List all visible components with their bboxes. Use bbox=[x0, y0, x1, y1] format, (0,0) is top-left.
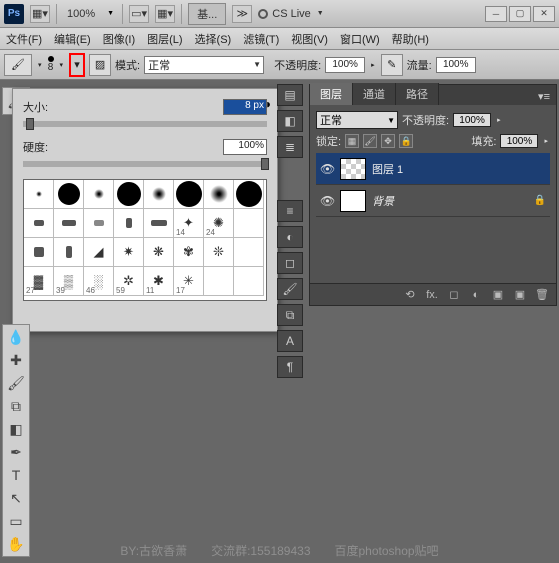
mask-icon[interactable]: ◻ bbox=[446, 288, 462, 301]
visibility-icon[interactable]: 👁 bbox=[320, 162, 334, 176]
panel-menu[interactable]: ▾≡ bbox=[532, 88, 556, 105]
brush-preset-picker[interactable]: ▾ bbox=[69, 53, 85, 77]
lock-icon: 🔒 bbox=[534, 195, 546, 206]
link-layers-icon[interactable]: ⟲ bbox=[402, 288, 418, 301]
mini-char-icon[interactable]: A bbox=[277, 330, 303, 352]
layer-row-1[interactable]: 👁 图层 1 bbox=[316, 153, 550, 185]
menu-filter[interactable]: 滤镜(T) bbox=[243, 31, 279, 47]
mini-para-icon[interactable]: ¶ bbox=[277, 356, 303, 378]
workspace-tab[interactable]: 基... bbox=[188, 3, 226, 25]
hardness-slider[interactable] bbox=[23, 161, 267, 167]
mini-color-icon[interactable]: ◧ bbox=[277, 110, 303, 132]
menu-layer[interactable]: 图层(L) bbox=[147, 31, 182, 47]
maximize-button[interactable]: ▢ bbox=[509, 6, 531, 22]
brush-size-indicator: 8 bbox=[48, 62, 54, 73]
menu-file[interactable]: 文件(F) bbox=[6, 31, 42, 47]
mini-adjust-icon[interactable]: ◐ bbox=[277, 226, 303, 248]
shape-tool[interactable]: ▭ bbox=[5, 511, 27, 531]
fx-icon[interactable]: fx. bbox=[424, 289, 440, 301]
flow-label: 流量: bbox=[407, 57, 432, 73]
new-layer-icon[interactable]: ▣ bbox=[512, 288, 528, 301]
mini-styles-icon[interactable]: ≣ bbox=[277, 136, 303, 158]
blend-mode-select[interactable]: 正常 bbox=[144, 56, 264, 74]
size-label: 大小: bbox=[23, 99, 48, 115]
layers-panel: 图层 通道 路径 ▾≡ 正常 不透明度: 100%▸ 锁定: ▦ 🖌 ✥ 🔒 填… bbox=[309, 84, 557, 306]
menu-window[interactable]: 窗口(W) bbox=[340, 31, 380, 47]
adjustment-icon[interactable]: ◐ bbox=[468, 289, 484, 301]
type-tool[interactable]: T bbox=[5, 465, 27, 485]
size-slider[interactable] bbox=[23, 121, 267, 127]
hardness-input[interactable]: 100% bbox=[223, 139, 267, 155]
brush-tool[interactable]: 🖌 bbox=[5, 373, 27, 393]
ps-logo: Ps bbox=[4, 4, 24, 24]
cs-live[interactable]: CS Live▼ bbox=[258, 8, 325, 20]
layer-opacity-label: 不透明度: bbox=[402, 112, 449, 128]
tab-layers[interactable]: 图层 bbox=[310, 83, 353, 105]
layer-row-bg[interactable]: 👁 背景 🔒 bbox=[316, 185, 550, 217]
eyedropper-tool[interactable]: 💧 bbox=[5, 327, 27, 347]
fill-label: 填充: bbox=[471, 133, 496, 149]
minimize-button[interactable]: ─ bbox=[485, 6, 507, 22]
brush-preset-popup: ◑ 大小: 8 px 硬度: 100% ✦14 ✺24 ◢ ✷ ❋ ✾ ❊ ▓27 … bbox=[12, 88, 278, 332]
menu-select[interactable]: 选择(S) bbox=[195, 31, 232, 47]
visibility-icon[interactable]: 👁 bbox=[320, 194, 334, 208]
layer-blend-select[interactable]: 正常 bbox=[316, 111, 398, 129]
menu-bar: 文件(F) 编辑(E) 图像(I) 图层(L) 选择(S) 滤镜(T) 视图(V… bbox=[0, 28, 559, 50]
close-button[interactable]: ✕ bbox=[533, 6, 555, 22]
lock-all[interactable]: 🔒 bbox=[399, 134, 413, 148]
layer-name[interactable]: 背景 bbox=[372, 193, 394, 209]
zoom-level[interactable]: 100% bbox=[63, 8, 99, 20]
stamp-tool[interactable]: ⧉ bbox=[5, 396, 27, 416]
tablet-opacity[interactable]: ✎ bbox=[381, 54, 403, 76]
layer-thumb[interactable] bbox=[340, 190, 366, 212]
arrange-docs[interactable]: ▦▾ bbox=[155, 5, 175, 23]
menu-help[interactable]: 帮助(H) bbox=[392, 31, 429, 47]
path-tool[interactable]: ↖ bbox=[5, 488, 27, 508]
hardness-label: 硬度: bbox=[23, 139, 48, 155]
brush-grid[interactable]: ✦14 ✺24 ◢ ✷ ❋ ✾ ❊ ▓27 ▒39 ░46 ✲59 ✱11 ✳1… bbox=[23, 179, 267, 301]
menu-image[interactable]: 图像(I) bbox=[103, 31, 135, 47]
tool-preset[interactable]: 🖌 bbox=[4, 54, 32, 76]
fill-input[interactable]: 100% bbox=[500, 134, 538, 148]
delete-icon[interactable]: 🗑 bbox=[534, 288, 550, 301]
lock-pixels[interactable]: 🖌 bbox=[363, 134, 377, 148]
pen-tool[interactable]: ✒ bbox=[5, 442, 27, 462]
lock-position[interactable]: ✥ bbox=[381, 134, 395, 148]
lock-transparency[interactable]: ▦ bbox=[345, 134, 359, 148]
layout-dropdown[interactable]: ▦▾ bbox=[30, 5, 50, 23]
layer-name[interactable]: 图层 1 bbox=[372, 161, 403, 177]
toolbox: 💧 ✚ 🖌 ⧉ ◧ ✒ T ↖ ▭ ✋ bbox=[2, 324, 30, 557]
opacity-input[interactable]: 100% bbox=[325, 57, 365, 73]
options-bar: 🖌 ▾ 8 ▾ ▾ ▨ 模式: 正常 不透明度: 100%▸ ✎ 流量: 100… bbox=[0, 50, 559, 80]
group-icon[interactable]: ▣ bbox=[490, 288, 506, 301]
size-input[interactable]: 8 px bbox=[223, 99, 267, 115]
popup-flyout[interactable]: ◑ bbox=[264, 97, 271, 111]
brush-panel-toggle[interactable]: ▨ bbox=[89, 54, 111, 76]
eraser-tool[interactable]: ◧ bbox=[5, 419, 27, 439]
menu-view[interactable]: 视图(V) bbox=[291, 31, 328, 47]
mini-brush-icon[interactable]: 🖌 bbox=[277, 278, 303, 300]
screen-mode[interactable]: ▭▾ bbox=[129, 5, 149, 23]
tab-channels[interactable]: 通道 bbox=[353, 83, 396, 105]
menu-edit[interactable]: 编辑(E) bbox=[54, 31, 91, 47]
mini-history-icon[interactable]: ≡ bbox=[277, 200, 303, 222]
mini-swatches-icon[interactable]: ▤ bbox=[277, 84, 303, 106]
workspace-menu[interactable]: ≫ bbox=[232, 5, 252, 23]
mode-label: 模式: bbox=[115, 57, 140, 73]
flow-input[interactable]: 100% bbox=[436, 57, 476, 73]
lock-label: 锁定: bbox=[316, 133, 341, 149]
opacity-label: 不透明度: bbox=[274, 57, 321, 73]
layer-opacity-input[interactable]: 100% bbox=[453, 113, 491, 127]
healing-tool[interactable]: ✚ bbox=[5, 350, 27, 370]
tab-paths[interactable]: 路径 bbox=[396, 83, 439, 105]
mini-clone-icon[interactable]: ⧉ bbox=[277, 304, 303, 326]
watermark-text: BY:古欲香萧 交流群:155189433 百度photoshop贴吧 bbox=[0, 542, 559, 559]
layer-thumb[interactable] bbox=[340, 158, 366, 180]
mini-mask-icon[interactable]: ◻ bbox=[277, 252, 303, 274]
